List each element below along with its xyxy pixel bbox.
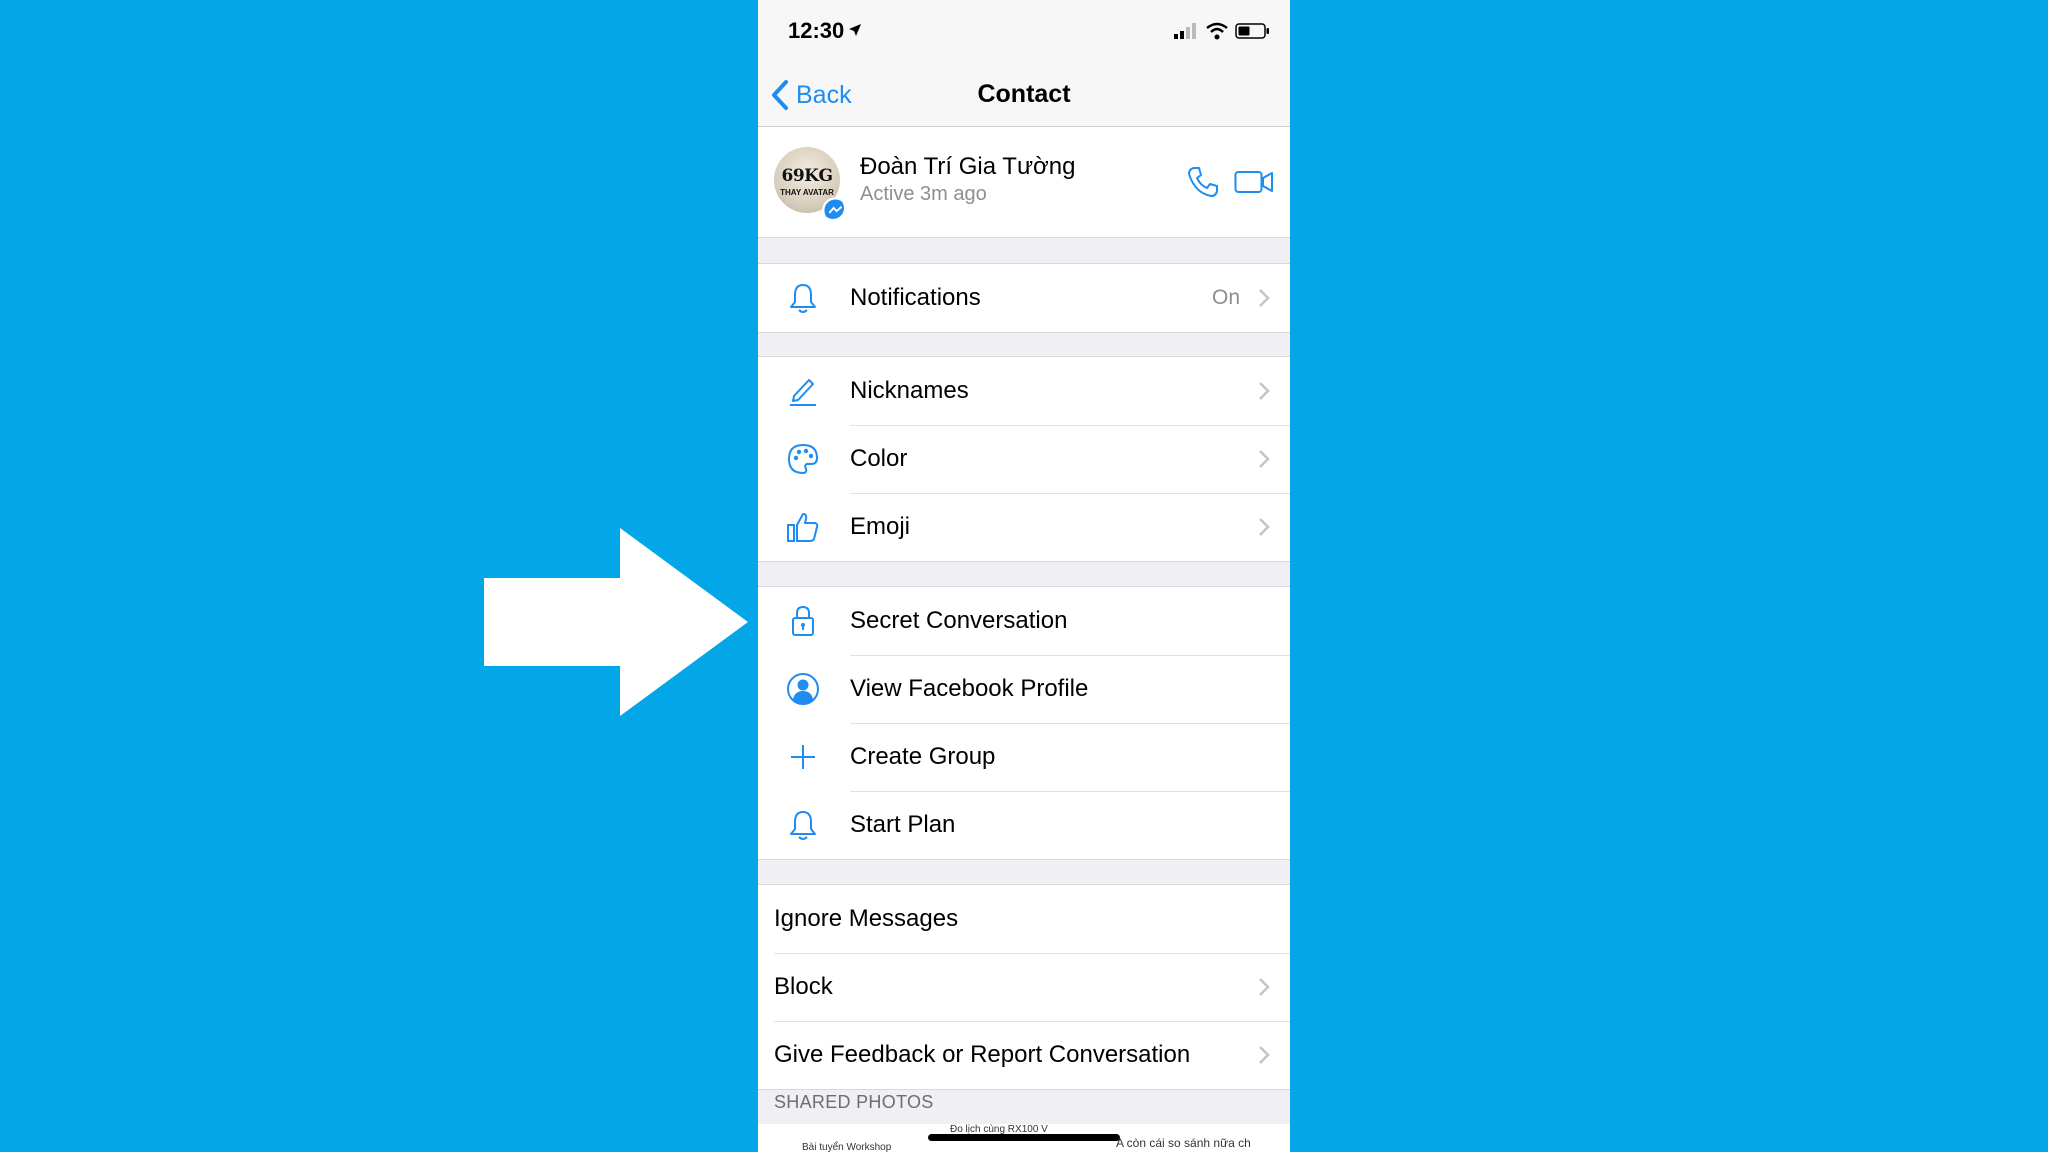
notifications-row[interactable]: Notifications On (758, 264, 1290, 332)
chevron-right-icon (1259, 518, 1270, 536)
chevron-right-icon (1259, 1046, 1270, 1064)
person-icon (787, 673, 819, 705)
status-bar: 12:30 (758, 0, 1290, 64)
page-title: Contact (977, 80, 1071, 108)
give-feedback-label: Give Feedback or Report Conversation (774, 1041, 1191, 1068)
home-indicator[interactable] (928, 1134, 1120, 1141)
bell-icon (790, 811, 816, 840)
thumbs-up-icon (787, 513, 819, 542)
status-time: 12:30 (788, 18, 845, 43)
thumb-caption: A còn cái so sánh nữa ch (1116, 1136, 1251, 1150)
navigation-bar: Back Contact (758, 64, 1290, 127)
cellular-signal-icon (1174, 23, 1196, 39)
create-group-row[interactable]: Create Group (758, 723, 1290, 791)
contact-active-status: Active 3m ago (860, 183, 987, 205)
chevron-right-icon (1259, 289, 1270, 307)
phone-screen: 12:30 Back Contact 69KG THAY AVATAR Đoàn… (758, 0, 1290, 1152)
notifications-group: Notifications On (758, 263, 1290, 333)
avatar-text-top: 69KG (781, 166, 833, 186)
pointer-arrow-icon (484, 528, 748, 716)
battery-icon (1235, 23, 1269, 39)
contact-header: 69KG THAY AVATAR Đoàn Trí Gia Tường Acti… (758, 127, 1290, 238)
start-plan-label: Start Plan (850, 811, 956, 838)
notifications-value: On (1211, 286, 1240, 309)
secret-conversation-row[interactable]: Secret Conversation (758, 587, 1290, 655)
color-label: Color (850, 445, 908, 472)
create-group-label: Create Group (850, 743, 996, 770)
contact-name: Đoàn Trí Gia Tường (860, 153, 1076, 180)
chevron-right-icon (1259, 978, 1270, 996)
actions-group: Secret Conversation View Facebook Profil… (758, 586, 1290, 860)
ignore-messages-row[interactable]: Ignore Messages (758, 885, 1290, 953)
plus-icon (791, 745, 815, 769)
messenger-badge-icon (822, 197, 844, 219)
block-label: Block (774, 973, 833, 1000)
emoji-label: Emoji (850, 513, 911, 540)
nicknames-row[interactable]: Nicknames (758, 357, 1290, 425)
ignore-messages-label: Ignore Messages (774, 905, 959, 932)
view-facebook-profile-row[interactable]: View Facebook Profile (758, 655, 1290, 723)
thumb-caption: Bài tuyển Workshop (802, 1142, 892, 1152)
color-row[interactable]: Color (758, 425, 1290, 493)
emoji-row[interactable]: Emoji (758, 493, 1290, 561)
avatar-text-bottom: THAY AVATAR (780, 188, 834, 197)
chevron-right-icon (1259, 382, 1270, 400)
chevron-right-icon (1259, 450, 1270, 468)
secret-conversation-label: Secret Conversation (850, 607, 1068, 634)
start-plan-row[interactable]: Start Plan (758, 791, 1290, 859)
shared-photos-header: SHARED PHOTOS (774, 1092, 934, 1112)
shared-photo-thumb[interactable]: A còn cái so sánh nữa ch (1114, 1124, 1290, 1152)
notifications-label: Notifications (850, 284, 981, 311)
shared-photo-thumb[interactable]: Bài tuyển Workshop (758, 1124, 930, 1152)
nicknames-label: Nicknames (850, 377, 969, 404)
give-feedback-row[interactable]: Give Feedback or Report Conversation (758, 1021, 1290, 1089)
pencil-icon (790, 379, 816, 406)
customize-group: Nicknames Color Emoji (758, 356, 1290, 562)
bell-icon (790, 284, 816, 313)
wifi-icon (1206, 22, 1228, 40)
view-facebook-profile-label: View Facebook Profile (850, 675, 1089, 702)
location-arrow-icon (849, 24, 861, 36)
palette-icon (788, 444, 818, 474)
block-row[interactable]: Block (758, 953, 1290, 1021)
privacy-group: Ignore Messages Block Give Feedback or R… (758, 884, 1290, 1090)
video-call-icon[interactable] (1234, 167, 1274, 197)
lock-icon (792, 605, 814, 636)
phone-call-icon[interactable] (1186, 165, 1220, 199)
